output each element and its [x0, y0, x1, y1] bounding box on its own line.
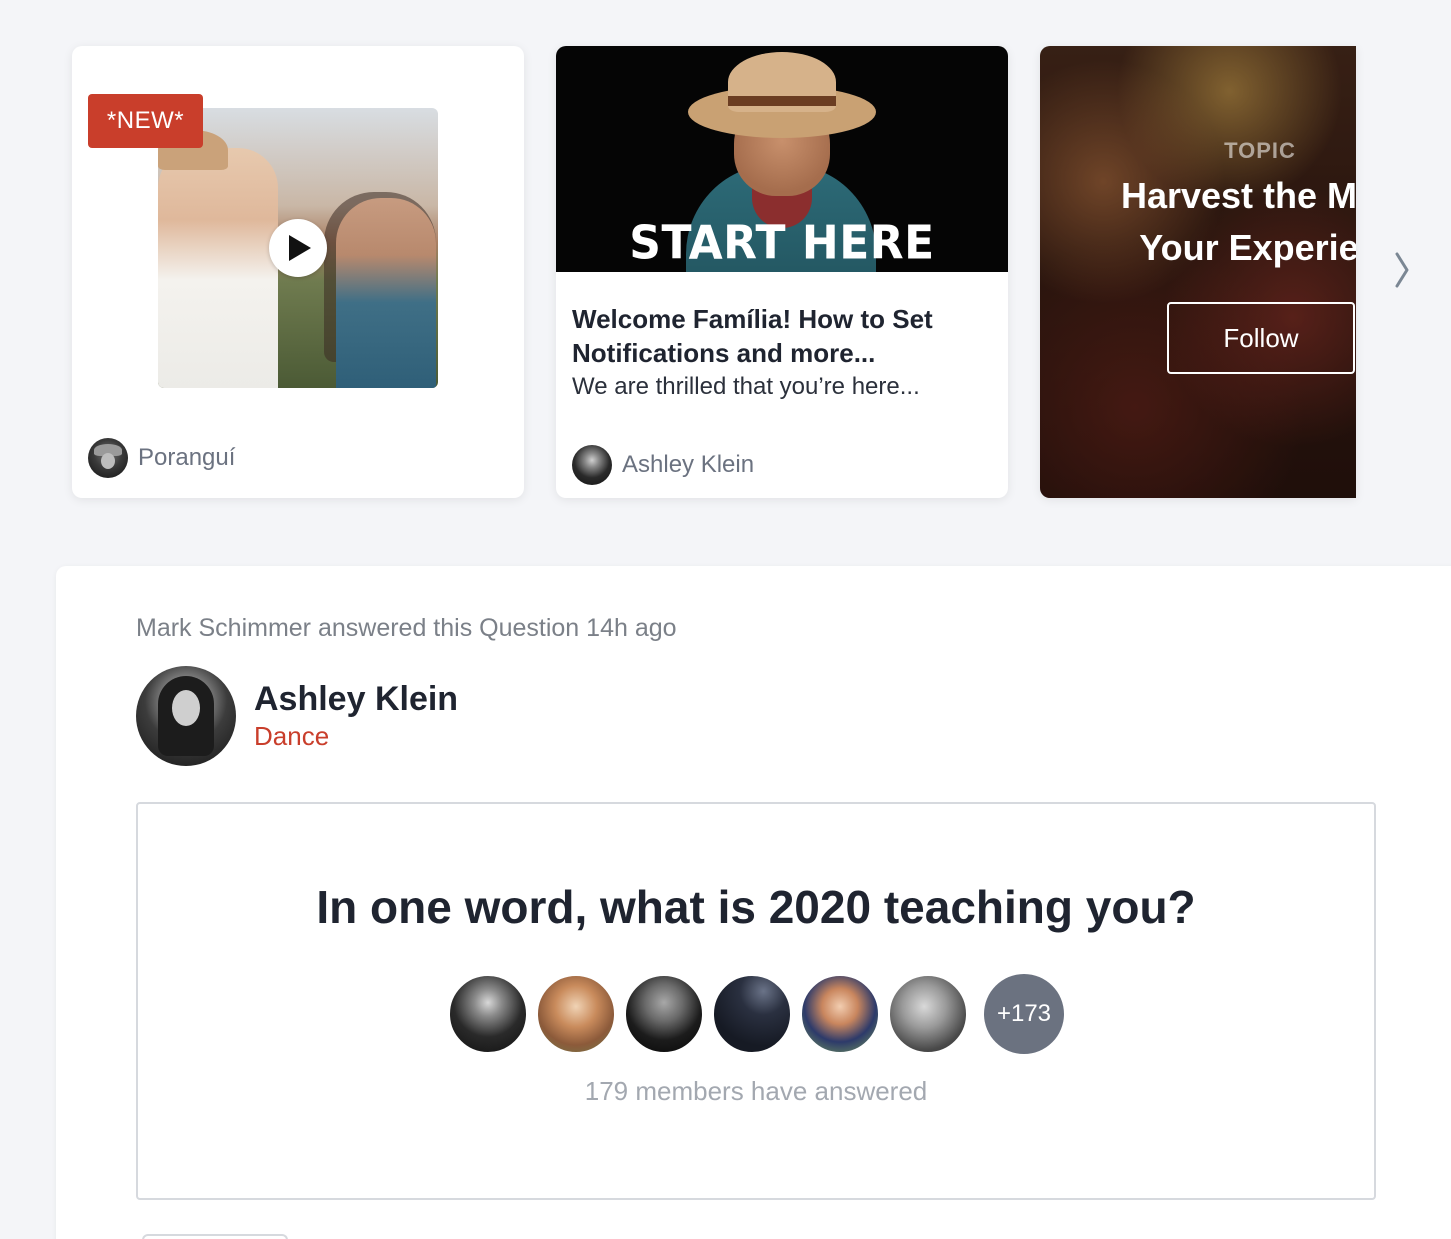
answered-count: 179 members have answered	[584, 1076, 928, 1106]
avatar	[448, 974, 528, 1054]
video-thumbnail[interactable]	[158, 108, 438, 388]
topic-title-line1: Harvest the Med	[1120, 175, 1356, 216]
video-person-right	[336, 198, 436, 388]
topic-card[interactable]: TOPIC Harvest the Med Your Experien Foll…	[1040, 46, 1356, 498]
poster-name[interactable]: Ashley Klein	[254, 679, 458, 719]
play-icon	[289, 235, 311, 261]
card-author[interactable]: Ashley Klein	[572, 445, 754, 485]
question-box[interactable]: In one word, what is 2020 teaching you? …	[136, 802, 1376, 1200]
activity-line: Mark Schimmer answered this Question 14h…	[136, 614, 677, 642]
avatar	[800, 974, 880, 1054]
post-image: START HERE	[556, 46, 1008, 272]
avatar	[88, 438, 128, 478]
author-name: Ashley Klein	[622, 451, 755, 478]
play-button[interactable]	[269, 219, 327, 277]
follow-button[interactable]: Follow	[1167, 302, 1355, 374]
carousel-next-button[interactable]	[1390, 248, 1414, 292]
author-name: Poranguí	[138, 444, 236, 471]
video-card[interactable]: *NEW* Poranguí	[72, 46, 524, 498]
video-person-left	[158, 148, 278, 388]
poster[interactable]: Ashley Klein Dance	[136, 666, 458, 766]
image-caption: START HERE	[629, 216, 935, 271]
avatar	[712, 974, 792, 1054]
more-answerers-badge[interactable]: +173	[984, 974, 1064, 1054]
card-author[interactable]: Poranguí	[88, 438, 235, 478]
question-text: In one word, what is 2020 teaching you?	[316, 881, 1196, 933]
topic-title: Harvest the Med Your Experien	[1040, 170, 1356, 274]
topic-label: TOPIC	[1224, 138, 1296, 163]
avatar	[888, 974, 968, 1054]
post-title[interactable]: Welcome Família! How to Set Notification…	[572, 302, 992, 370]
avatar	[536, 974, 616, 1054]
post-card[interactable]: START HERE Welcome Família! How to Set N…	[556, 46, 1008, 498]
feed-post: Mark Schimmer answered this Question 14h…	[56, 566, 1451, 1239]
chevron-right-icon	[1395, 252, 1409, 288]
post-excerpt: We are thrilled that you’re here...	[572, 373, 920, 400]
poster-topic-link[interactable]: Dance	[254, 719, 458, 753]
action-button[interactable]	[142, 1234, 288, 1239]
avatar[interactable]	[136, 666, 236, 766]
answerer-avatars[interactable]: +173	[448, 974, 1064, 1054]
avatar	[572, 445, 612, 485]
new-badge: *NEW*	[88, 94, 203, 148]
topic-title-line2: Your Experien	[1139, 227, 1356, 268]
avatar	[624, 974, 704, 1054]
